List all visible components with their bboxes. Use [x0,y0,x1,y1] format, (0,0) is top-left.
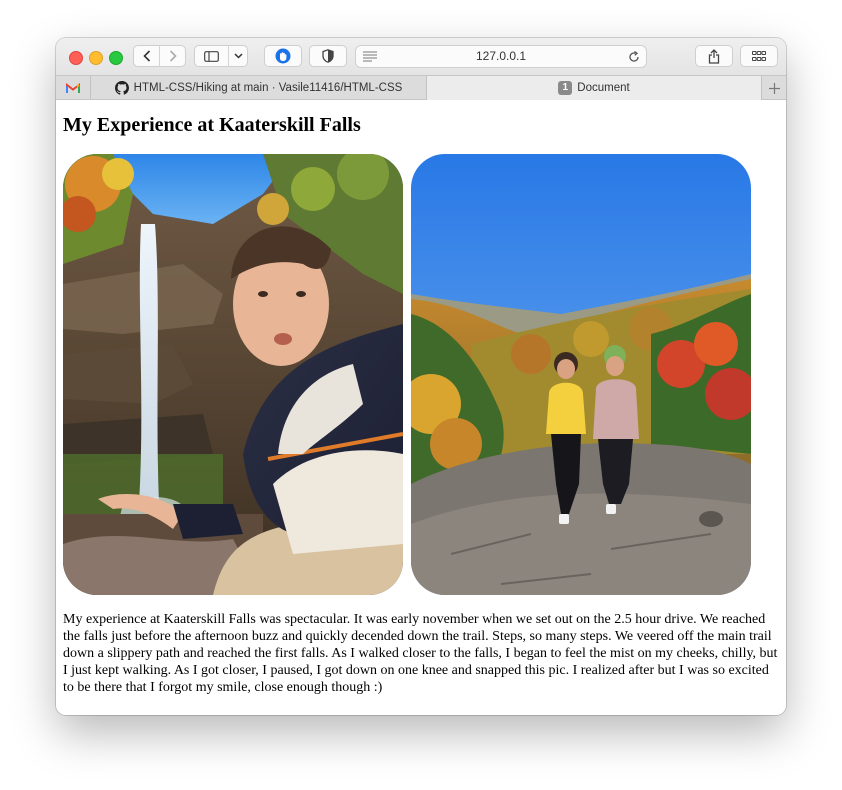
extension-button[interactable] [264,45,302,67]
tab-gmail[interactable] [56,76,91,100]
minimize-window-button[interactable] [89,51,103,65]
grid-icon [752,51,766,61]
page-content: My Experience at Kaaterskill Falls My ex… [56,100,786,715]
tab-bar: HTML-CSS/Hiking at main · Vasile11416/HT… [56,75,786,100]
privacy-extension-icon [275,48,291,64]
zoom-window-button[interactable] [109,51,123,65]
chevron-down-icon [234,53,243,59]
browser-toolbar: 127.0.0.1 [56,38,786,75]
gmail-icon [66,82,80,93]
share-button[interactable] [695,45,733,67]
tab-github[interactable]: HTML-CSS/Hiking at main · Vasile11416/HT… [91,76,427,100]
sidebar-toggle-button[interactable] [195,46,230,66]
tab-document-label: Document [577,82,630,94]
tab-github-label: HTML-CSS/Hiking at main · Vasile11416/HT… [133,82,403,94]
address-bar[interactable]: 127.0.0.1 [355,45,647,68]
page-heading: My Experience at Kaaterskill Falls [63,114,361,136]
tab-badge: 1 [558,81,573,95]
waterfall-photo [63,154,403,595]
sidebar-icon [204,50,220,62]
sidebar-toggle-group [194,45,248,67]
reload-icon[interactable] [628,51,640,63]
share-icon [708,48,720,64]
valley-photo [411,154,751,595]
browser-window: 127.0.0.1 HTML-CSS/Hiking at main · Vasi… [56,38,786,715]
back-button[interactable] [134,46,160,66]
new-tab-button[interactable] [761,76,786,100]
chevron-right-icon [169,50,177,62]
plus-icon [768,82,780,94]
shield-icon [322,49,334,63]
chevron-left-icon [142,50,150,62]
experience-paragraph: My experience at Kaaterskill Falls was s… [63,612,778,695]
tab-document[interactable]: 1 Document [427,76,761,100]
history-nav-group [133,45,186,67]
tab-overview-button[interactable] [740,45,778,67]
privacy-report-button[interactable] [309,45,347,67]
github-icon [114,81,129,95]
url-text: 127.0.0.1 [475,49,527,63]
close-window-button[interactable] [69,51,83,65]
sidebar-menu-button[interactable] [229,46,247,66]
forward-button[interactable] [160,46,185,66]
